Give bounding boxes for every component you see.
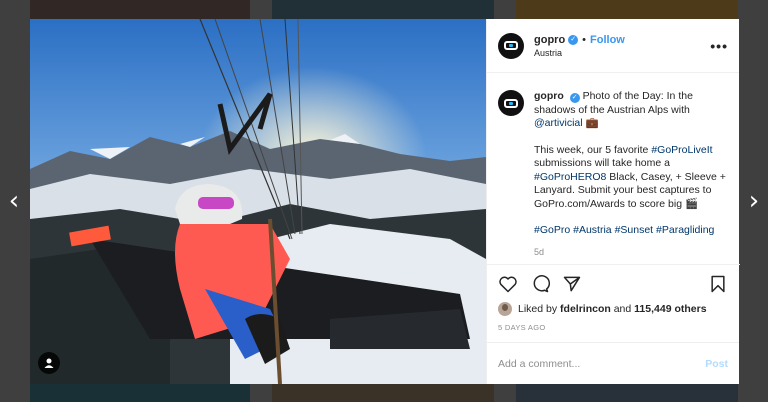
comment-bubble-icon[interactable] [530,274,550,294]
caption-verified-badge-icon: ✓ [569,93,580,103]
post-photo[interactable] [30,19,486,384]
post-caption: gopro ✓ Photo of the Day: In the shadows… [487,73,740,265]
next-post-arrow-icon[interactable]: › [745,188,763,214]
like-heart-icon[interactable] [498,274,518,294]
caption-text-3: submissions will take home a [534,157,670,169]
film-emoji-icon: 🎬 [684,197,699,210]
more-options-icon[interactable]: ••• [710,38,728,54]
likes-summary: Liked by fdelrincon and 115,449 others [498,302,707,316]
verified-badge-icon: ✓ [568,34,579,45]
post-username[interactable]: gopro [534,34,565,46]
paragliding-selfie-image [30,19,486,384]
post-sidebar: gopro ✓ • Follow Austria ••• gopro ✓ Pho… [486,19,740,384]
caption-paragraph-1: gopro ✓ Photo of the Day: In the shadows… [534,90,729,131]
caption-avatar[interactable] [498,90,524,116]
user-tag-icon[interactable] [38,352,60,374]
save-bookmark-icon[interactable] [708,274,728,294]
action-bar [498,273,728,295]
caption-username[interactable]: gopro [534,90,564,102]
caption-age: 5d [534,246,545,257]
caption-body: gopro ✓ Photo of the Day: In the shadows… [534,90,729,264]
hashtag-link[interactable]: #Austria [573,224,612,236]
caption-paragraph-2: This week, our 5 favorite #GoProLiveIt s… [534,144,729,212]
caption-text-2: This week, our 5 favorite [534,143,649,156]
separator-dot: • [582,33,587,46]
previous-post-arrow-icon[interactable]: ‹ [5,188,23,214]
liker-avatar[interactable] [498,302,512,316]
mention-link[interactable]: @artivicial [534,117,583,129]
post-header: gopro ✓ • Follow Austria ••• [487,19,739,73]
comment-bar: Post [487,342,739,384]
post-location[interactable]: Austria [534,48,710,58]
gopro-avatar[interactable] [498,32,524,59]
liked-by-prefix: Liked by [518,303,558,315]
hashtag-link[interactable]: #GoPro [534,224,570,236]
hashtag-link[interactable]: #GoProLiveIt [651,144,712,156]
hashtag-link[interactable]: #GoProHERO8 [534,171,606,183]
share-paper-plane-icon[interactable] [562,274,582,294]
post-comment-button[interactable]: Post [705,358,728,370]
hashtag-link[interactable]: #Paragliding [656,224,714,236]
post-date[interactable]: 5 DAYS AGO [498,323,545,332]
likes-count-link[interactable]: 115,449 others [634,303,706,315]
post-modal: gopro ✓ • Follow Austria ••• gopro ✓ Pho… [30,19,740,384]
follow-button[interactable]: Follow [590,34,625,46]
caption-hashtags: #GoPro #Austria #Sunset #Paragliding [534,224,729,238]
briefcase-emoji-icon: 💼 [585,117,599,129]
liked-by-and: and [613,303,632,315]
comment-input[interactable] [498,357,706,370]
liked-by-user-link[interactable]: fdelrincon [560,303,611,315]
hashtag-link[interactable]: #Sunset [615,224,654,236]
